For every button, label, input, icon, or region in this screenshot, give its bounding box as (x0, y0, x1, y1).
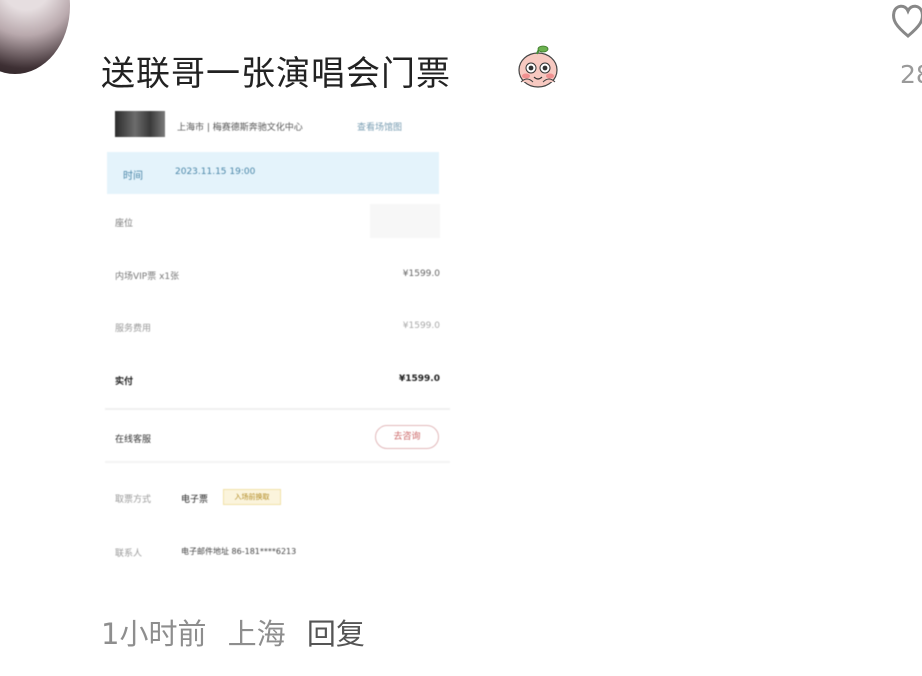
heart-icon[interactable] (888, 0, 922, 40)
total-label: 实付 (115, 377, 134, 387)
total-value: ¥1599.0 (399, 374, 440, 384)
customer-service-label: 在线客服 (115, 435, 152, 445)
concert-thumbnail (115, 111, 165, 137)
buyer-value: 电子邮件地址 86-181****6213 (181, 547, 297, 556)
delivery-value: 电子票 (181, 495, 209, 505)
comment-text: 送联哥一张演唱会门票 (101, 54, 451, 94)
total-row: 实付 ¥1599.0 (115, 374, 440, 392)
avatar[interactable] (0, 0, 70, 74)
seat-value-box (370, 204, 440, 238)
seat-label: 座位 (115, 219, 134, 229)
shy-emoji-icon (518, 45, 558, 88)
consult-button[interactable]: 去咨询 (375, 425, 439, 449)
reply-button[interactable]: 回复 (307, 617, 365, 651)
price-row: 内场VIP票 x1张 ¥1599.0 (115, 269, 440, 287)
divider (105, 408, 450, 410)
time-label: 时间 (123, 171, 143, 182)
like-count: 28 (900, 60, 922, 89)
comment-location: 上海 (227, 617, 286, 651)
price-label: 内场VIP票 x1张 (115, 272, 180, 282)
seat-row: 座位 (115, 204, 440, 238)
service-fee-label: 服务费用 (115, 324, 152, 334)
delivery-tag: 入场前换取 (223, 489, 281, 505)
time-value: 2023.11.15 19:00 (175, 167, 256, 177)
venue-title: 上海市 | 梅赛德斯奔驰文化中心 (177, 123, 303, 133)
price-value: ¥1599.0 (402, 269, 440, 279)
buyer-label: 联系人 (115, 549, 143, 559)
comment-meta: 1小时前 上海 回复 (101, 611, 377, 653)
venue-map-link[interactable]: 查看场馆图 (357, 120, 402, 133)
order-screenshot[interactable]: 上海市 | 梅赛德斯奔驰文化中心 查看场馆图 时间 2023.11.15 19:… (105, 104, 450, 584)
divider (105, 461, 450, 463)
service-fee-row: 服务费用 ¥1599.0 (115, 321, 440, 339)
time-bar: 时间 2023.11.15 19:00 (107, 152, 439, 194)
comment-time: 1小时前 (101, 617, 207, 651)
service-fee-value: ¥1599.0 (402, 321, 440, 331)
delivery-label: 取票方式 (115, 495, 152, 505)
